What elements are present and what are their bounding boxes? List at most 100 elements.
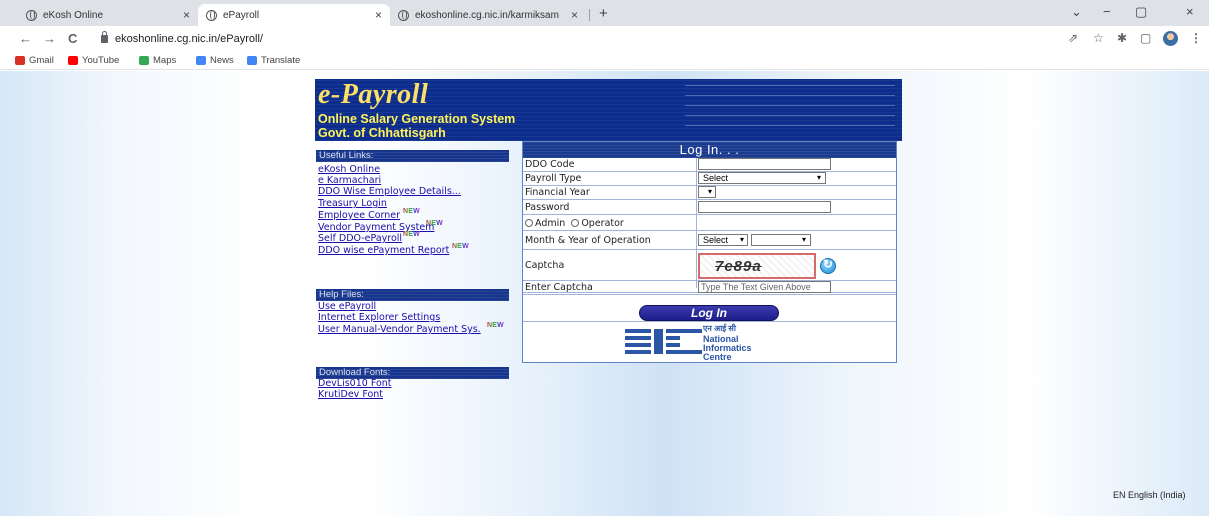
nic-centre: Centre <box>703 352 732 362</box>
reload-button[interactable]: C <box>68 31 77 46</box>
login-form: Log In. . . DDO Code Payroll Type Select… <box>522 141 897 363</box>
restore-button[interactable]: ▢ <box>1135 4 1147 20</box>
close-icon[interactable]: × <box>183 8 190 22</box>
tab-karmiksampada[interactable]: ekoshonline.cg.nic.in/karmiksam × <box>390 4 586 26</box>
month-value: Select <box>703 235 729 245</box>
bookmarks-bar: Gmail YouTube Maps News Translate <box>0 53 1209 70</box>
bookmark-maps[interactable]: Maps <box>139 55 176 66</box>
new-badge: NEW <box>452 243 469 250</box>
forward-button[interactable]: → <box>43 31 56 46</box>
link-ekosh-online[interactable]: eKosh Online <box>318 164 380 175</box>
new-badge: NEW <box>426 220 443 227</box>
link-use-epayroll[interactable]: Use ePayroll <box>318 301 376 312</box>
language-indicator[interactable]: EN English (India) <box>1113 490 1186 500</box>
operator-radio-label: Operator <box>581 218 624 229</box>
month-year-label: Month & Year of Operation <box>525 235 651 246</box>
tab-ekosh-online[interactable]: eKosh Online × <box>18 4 198 26</box>
new-badge: NEW <box>487 322 504 329</box>
globe-icon <box>26 9 37 21</box>
financial-year-select[interactable]: ▾ <box>698 186 716 198</box>
menu-icon[interactable]: ⋮ <box>1190 31 1202 45</box>
extensions-icon[interactable]: ✱ <box>1117 31 1127 45</box>
admin-radio-label: Admin <box>535 218 566 229</box>
lock-icon[interactable] <box>101 31 108 43</box>
month-select[interactable]: Select ▾ <box>698 234 748 246</box>
enter-captcha-input[interactable]: Type The Text Given Above <box>698 281 831 293</box>
row-ddo-code: DDO Code <box>523 158 896 172</box>
side-panel-icon[interactable]: ▢ <box>1140 31 1151 45</box>
login-button[interactable]: Log In <box>639 305 779 321</box>
financial-year-label: Financial Year <box>525 187 590 198</box>
payroll-type-select[interactable]: Select ▾ <box>698 172 826 184</box>
chevron-down-icon: ▾ <box>739 235 744 244</box>
ddo-code-label: DDO Code <box>525 159 575 170</box>
minimize-button[interactable]: − <box>1103 4 1111 19</box>
banner-government: Govt. of Chhattisgarh <box>318 126 446 140</box>
bookmark-star-icon[interactable]: ☆ <box>1093 31 1104 45</box>
captcha-image: 7e89a <box>698 253 816 279</box>
refresh-captcha-icon[interactable] <box>820 257 836 274</box>
header-banner: e-Payroll Online Salary Generation Syste… <box>315 79 902 141</box>
link-treasury-login[interactable]: Treasury Login <box>318 198 387 209</box>
bookmark-news[interactable]: News <box>196 55 234 66</box>
new-tab-button[interactable]: + <box>599 5 608 22</box>
bookmark-translate[interactable]: Translate <box>247 55 300 66</box>
role-radio-group: Admin Operator <box>525 218 624 229</box>
bookmark-label: News <box>210 55 234 66</box>
tab-search-button[interactable]: ⌄ <box>1071 4 1082 20</box>
payroll-type-value: Select <box>703 173 729 183</box>
new-badge: NEW <box>403 231 420 238</box>
gmail-icon <box>15 56 25 65</box>
nic-hindi-text: एन आई सी <box>703 324 736 333</box>
link-devlis010-font[interactable]: DevLis010 Font <box>318 378 392 389</box>
bookmark-label: Translate <box>261 55 301 66</box>
back-button[interactable]: ← <box>19 31 32 46</box>
link-ie-settings[interactable]: Internet Explorer Settings <box>318 312 440 323</box>
admin-radio[interactable]: Admin <box>525 218 565 229</box>
chevron-down-icon: ▾ <box>707 187 712 196</box>
link-employee-corner[interactable]: Employee Corner <box>318 210 400 221</box>
useful-links-heading: Useful Links: <box>316 150 509 162</box>
operator-radio[interactable]: Operator <box>571 218 624 229</box>
bookmark-youtube[interactable]: YouTube <box>68 55 119 66</box>
close-icon[interactable]: × <box>571 8 578 22</box>
banner-title: e-Payroll <box>318 79 429 110</box>
captcha-text: 7e89a <box>715 258 762 275</box>
tab-strip: eKosh Online × ePayroll × ekoshonline.cg… <box>0 0 1209 26</box>
year-select[interactable]: ▾ <box>751 234 811 246</box>
browser-toolbar: ← → C ekoshonline.cg.nic.in/ePayroll/ ⇗ … <box>0 26 1209 53</box>
globe-icon <box>206 9 217 21</box>
share-icon[interactable]: ⇗ <box>1068 31 1078 45</box>
tab-epayroll[interactable]: ePayroll × <box>198 4 390 26</box>
link-ddo-wise-epayment-report[interactable]: DDO wise ePayment Report <box>318 245 449 256</box>
captcha-label: Captcha <box>525 260 565 271</box>
page-body: e-Payroll Online Salary Generation Syste… <box>0 71 1209 516</box>
password-input[interactable] <box>698 201 831 213</box>
link-ddo-wise-employee[interactable]: DDO Wise Employee Details... <box>318 186 461 197</box>
close-window-button[interactable]: × <box>1186 4 1194 19</box>
banner-pattern <box>685 85 895 135</box>
news-icon <box>196 56 206 65</box>
radio-circle-icon <box>525 219 533 227</box>
link-e-karmachari[interactable]: e Karmachari <box>318 175 381 186</box>
login-heading: Log In. . . <box>523 142 896 158</box>
tab-title: ekoshonline.cg.nic.in/karmiksam <box>415 9 559 21</box>
password-label: Password <box>525 202 570 213</box>
ddo-code-input[interactable] <box>698 158 831 170</box>
radio-circle-icon <box>571 219 580 227</box>
payroll-type-label: Payroll Type <box>525 173 582 184</box>
row-enter-captcha: Enter Captcha Type The Text Given Above <box>523 281 896 295</box>
profile-avatar[interactable] <box>1163 31 1178 46</box>
translate-icon <box>247 56 257 65</box>
bookmark-gmail[interactable]: Gmail <box>15 55 54 66</box>
youtube-icon <box>68 56 78 65</box>
address-bar[interactable]: ekoshonline.cg.nic.in/ePayroll/ <box>115 33 263 45</box>
help-files-heading: Help Files: <box>316 289 509 301</box>
globe-icon <box>398 9 409 21</box>
row-financial-year: Financial Year ▾ <box>523 186 896 200</box>
link-krutidev-font[interactable]: KrutiDev Font <box>318 389 383 400</box>
tab-separator <box>589 9 590 21</box>
link-user-manual-vendor[interactable]: User Manual-Vendor Payment Sys. <box>318 324 481 335</box>
link-self-ddo-epayroll[interactable]: Self DDO-ePayroll <box>318 233 402 244</box>
close-icon[interactable]: × <box>375 8 382 22</box>
